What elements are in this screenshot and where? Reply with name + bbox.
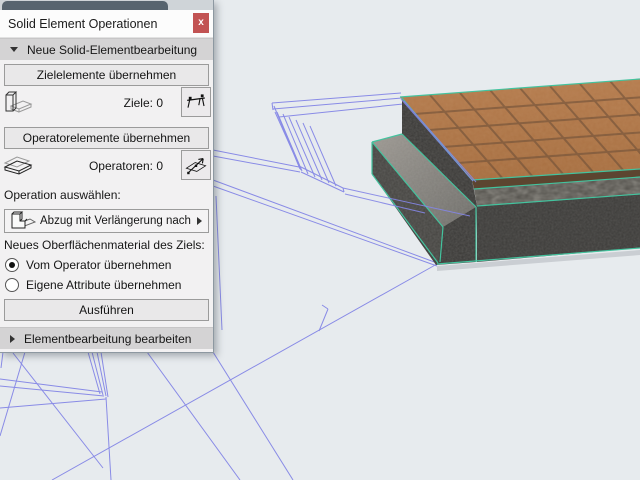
collapse-triangle-icon xyxy=(10,47,18,52)
surface-material-label: Neues Oberflächenmaterial des Ziels: xyxy=(4,238,205,252)
close-button[interactable]: x xyxy=(193,13,209,33)
radio-option-own-attributes[interactable]: Eigene Attribute übernehmen xyxy=(5,278,213,292)
section-header-new-operation[interactable]: Neue Solid-Elementbearbeitung xyxy=(0,38,213,60)
operators-count-row: Operatoren: 0 xyxy=(0,149,213,183)
palette-titlebar[interactable]: Solid Element Operationen x xyxy=(0,10,213,38)
operator-element-icon xyxy=(3,156,33,175)
targets-count-label: Ziele: 0 xyxy=(123,96,163,110)
expand-triangle-icon xyxy=(10,334,15,343)
palette-grip-area[interactable] xyxy=(0,0,213,10)
slab-arrow-icon xyxy=(185,158,207,175)
radio-label: Vom Operator übernehmen xyxy=(26,258,172,272)
operators-count-label: Operatoren: 0 xyxy=(88,159,163,173)
get-target-elements-button[interactable]: Zielelemente übernehmen xyxy=(4,64,209,86)
section-header-edit-operation[interactable]: Elementbearbeitung bearbeiten xyxy=(0,327,213,349)
palette-drag-bar[interactable] xyxy=(2,1,168,10)
operation-selected-value: Abzug mit Verlängerung nach ... xyxy=(40,215,193,227)
radio-button-selected[interactable] xyxy=(5,258,19,272)
execute-button[interactable]: Ausführen xyxy=(4,299,209,321)
targets-count-row: Ziele: 0 xyxy=(0,86,213,120)
target-element-icon xyxy=(5,91,33,113)
section-label: Neue Solid-Elementbearbeitung xyxy=(27,42,198,57)
table-legs-icon xyxy=(187,94,205,108)
operation-select-label: Operation auswählen: xyxy=(4,188,121,202)
show-operators-button[interactable] xyxy=(181,150,211,180)
subtraction-operation-icon xyxy=(11,211,36,229)
palette-title: Solid Element Operationen xyxy=(8,17,158,31)
show-targets-button[interactable] xyxy=(181,87,211,117)
radio-button-unselected[interactable] xyxy=(5,278,19,292)
operation-dropdown[interactable]: Abzug mit Verlängerung nach ... xyxy=(4,209,209,233)
dropdown-arrow-icon xyxy=(197,217,202,225)
radio-option-from-operator[interactable]: Vom Operator übernehmen xyxy=(5,258,213,272)
radio-label: Eigene Attribute übernehmen xyxy=(26,278,182,292)
solid-element-operations-palette: Solid Element Operationen x Neue Solid-E… xyxy=(0,0,214,353)
section-label: Elementbearbeitung bearbeiten xyxy=(24,331,192,346)
get-operator-elements-button[interactable]: Operatorelemente übernehmen xyxy=(4,127,209,149)
